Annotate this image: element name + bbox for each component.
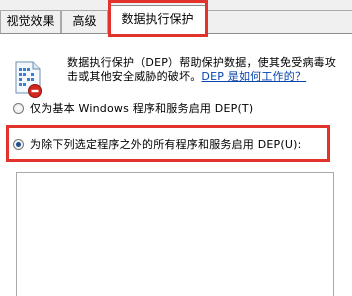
tab-strip: 视觉效果 高级 数据执行保护 <box>0 0 352 37</box>
radio-all-except-selected-label: 为除下列选定程序之外的所有程序和服务启用 DEP(U): <box>30 138 302 151</box>
excluded-programs-list[interactable] <box>16 172 334 296</box>
tab-strip-filler <box>206 10 352 33</box>
radio-essential-only-button[interactable] <box>13 102 24 114</box>
dep-panel: 数据执行保护（DEP）帮助保护数据，使其免受病毒攻击或其他安全威胁的破坏。DEP… <box>0 33 352 296</box>
tab-advanced[interactable]: 高级 <box>61 10 108 33</box>
radio-all-except-selected[interactable]: 为除下列选定程序之外的所有程序和服务启用 DEP(U): <box>13 136 302 152</box>
tab-data-execution-prevention[interactable]: 数据执行保护 <box>109 5 206 35</box>
radio-essential-only-label: 仅为基本 Windows 程序和服务启用 DEP(T) <box>30 102 254 115</box>
dep-how-it-works-link[interactable]: DEP 是如何工作的？ <box>201 70 306 83</box>
radio-all-except-selected-button[interactable] <box>13 138 24 150</box>
tab-visual-effects[interactable]: 视觉效果 <box>0 10 61 33</box>
dep-description: 数据执行保护（DEP）帮助保护数据，使其免受病毒攻击或其他安全威胁的破坏。DEP… <box>67 56 337 84</box>
dep-shield-icon <box>13 59 45 99</box>
radio-essential-only[interactable]: 仅为基本 Windows 程序和服务启用 DEP(T) <box>13 100 253 116</box>
